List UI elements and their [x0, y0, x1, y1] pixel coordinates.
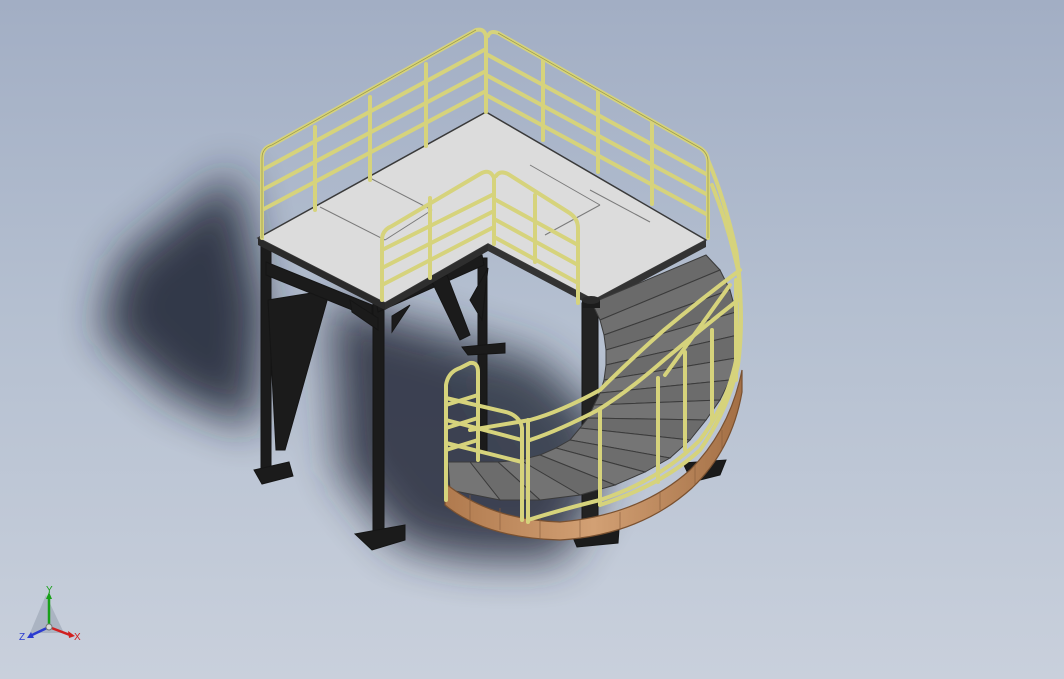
x-axis-label: X	[74, 632, 81, 643]
z-axis-label: Z	[19, 632, 25, 643]
platform-spiral-stair-model[interactable]	[0, 0, 1064, 679]
coordinate-triad-icon: Y Z X	[19, 585, 81, 643]
y-axis-label: Y	[46, 585, 53, 596]
graphics-viewport[interactable]: Y Z X	[0, 0, 1064, 679]
coordinate-triad[interactable]: Y Z X	[18, 585, 84, 645]
